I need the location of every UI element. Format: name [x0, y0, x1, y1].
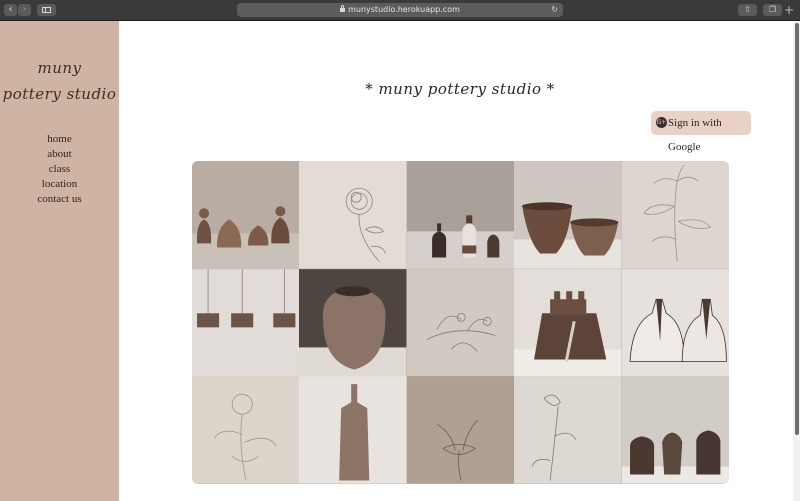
large-vase-image: [299, 268, 407, 377]
photo-gallery: [192, 161, 729, 484]
share-icon: ⇧: [744, 5, 751, 14]
logo-line-2: pottery studio: [2, 85, 117, 103]
flat-vases-image: [621, 268, 729, 377]
gallery-image-pottery[interactable]: [621, 376, 729, 484]
page-title: * muny pottery studio *: [365, 80, 555, 98]
bowls-image: [514, 161, 622, 269]
rose-drawing-image: [192, 376, 300, 484]
nav-location[interactable]: location: [0, 177, 119, 192]
gallery-image-drawing[interactable]: [514, 376, 622, 484]
nav-contact-us[interactable]: contact us: [0, 192, 119, 207]
gallery-image-drawing[interactable]: [406, 268, 515, 377]
gallery-image-pottery[interactable]: [192, 161, 300, 269]
lock-icon: [340, 5, 346, 12]
chevron-left-icon: ‹: [8, 4, 13, 15]
scrollbar-thumb[interactable]: [795, 23, 799, 435]
gallery-image-drawing[interactable]: [299, 161, 407, 269]
lily-drawing-image: [621, 161, 729, 269]
gallery-image-pottery[interactable]: [406, 161, 515, 269]
gallery-image-drawing[interactable]: [192, 376, 300, 484]
sidebar-toggle-button[interactable]: [37, 4, 56, 16]
nav-home[interactable]: home: [0, 132, 119, 147]
address-bar[interactable]: munystudio.herokuapp.com ↻: [237, 3, 563, 17]
hanging-planters-image: [192, 268, 300, 377]
gallery-image-pottery[interactable]: [514, 268, 622, 377]
gallery-image-drawing[interactable]: [621, 161, 729, 269]
gallery-image-pottery[interactable]: [514, 161, 622, 269]
nav-about[interactable]: about: [0, 147, 119, 162]
share-button[interactable]: ⇧: [738, 4, 757, 16]
google-plus-icon: G+: [656, 117, 667, 128]
sidebar-nav: home about class location contact us: [0, 132, 119, 207]
flowers-drawing-image: [406, 268, 515, 377]
logo-line-1: muny: [37, 59, 82, 77]
reload-icon[interactable]: ↻: [551, 3, 558, 17]
iris-drawing-image: [514, 376, 622, 484]
gallery-image-drawing[interactable]: [406, 376, 515, 484]
pottery-jars-image: [192, 161, 300, 269]
gallery-image-pottery[interactable]: [299, 376, 407, 484]
gallery-image-pottery[interactable]: [621, 268, 729, 377]
tabs-button[interactable]: ❐: [763, 4, 782, 16]
url-text: munystudio.herokuapp.com: [348, 5, 460, 14]
browser-toolbar: ‹ › munystudio.herokuapp.com ↻ ⇧ ❐ +: [0, 0, 800, 21]
forward-button[interactable]: ›: [18, 4, 31, 16]
sidebar-icon: [42, 7, 51, 13]
gallery-image-pottery[interactable]: [299, 268, 407, 377]
nav-class[interactable]: class: [0, 162, 119, 177]
lily-sketch-image: [406, 376, 515, 484]
tabs-icon: ❐: [768, 5, 777, 14]
bottles-image: [406, 161, 515, 269]
castle-sculpture-image: [514, 268, 622, 377]
new-tab-button[interactable]: +: [784, 3, 794, 17]
site-logo[interactable]: muny pottery studio: [0, 55, 119, 107]
gallery-image-pottery[interactable]: [192, 268, 300, 377]
google-signin-button[interactable]: G+ Sign in with Google: [651, 111, 751, 153]
google-signin-label: Sign in with Google: [668, 117, 722, 153]
jars-image: [621, 376, 729, 484]
chevron-right-icon: ›: [22, 4, 27, 15]
tall-vase-image: [299, 376, 407, 484]
flower-drawing-image: [299, 161, 407, 269]
back-button[interactable]: ‹: [4, 4, 17, 16]
sidebar: muny pottery studio home about class loc…: [0, 21, 119, 501]
